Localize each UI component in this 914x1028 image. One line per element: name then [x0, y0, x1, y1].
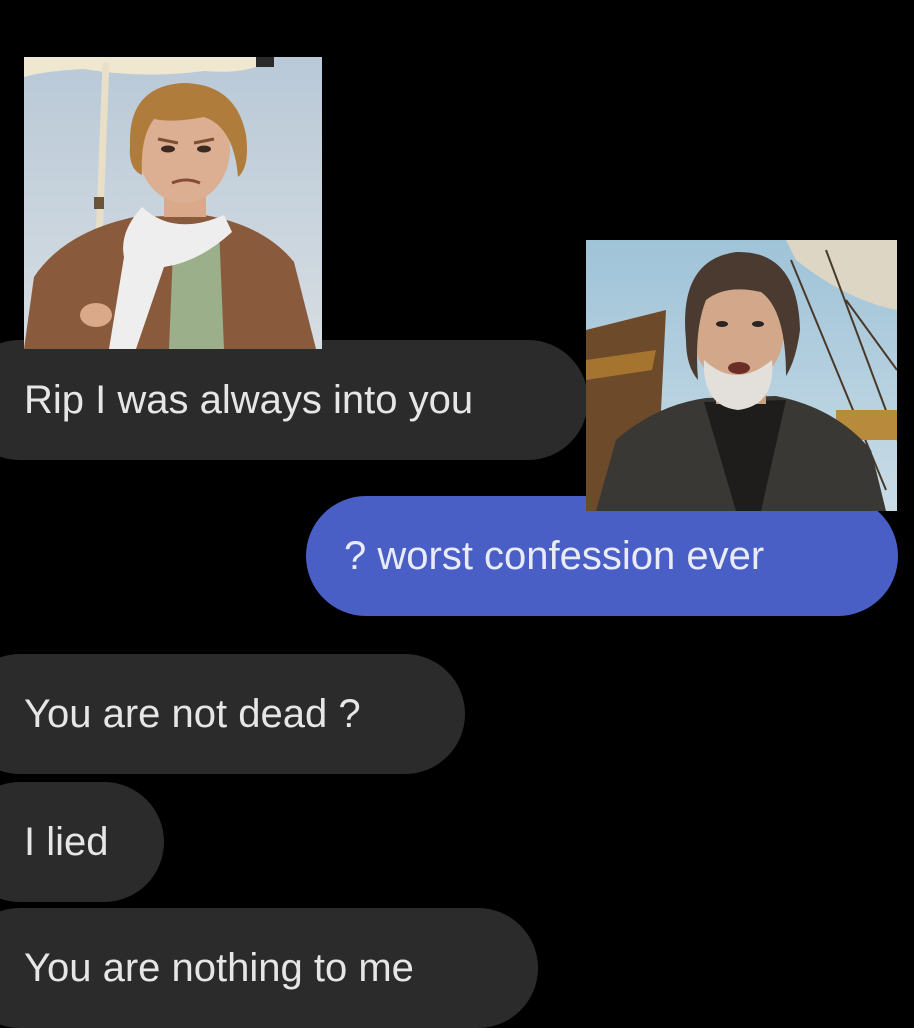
- incoming-message[interactable]: You are not dead ?: [0, 654, 465, 774]
- message-text: I lied: [24, 820, 109, 864]
- message-text: ? worst confession ever: [344, 534, 765, 578]
- message-thread: Rip I was always into you ? worst confes…: [0, 0, 914, 1028]
- message-text: Rip I was always into you: [24, 378, 474, 422]
- sender-photo-parasol-man: [24, 57, 322, 349]
- parasol-man-image: [24, 57, 322, 349]
- message-text: You are nothing to me: [24, 946, 414, 990]
- incoming-message[interactable]: I lied: [0, 782, 164, 902]
- incoming-message[interactable]: You are nothing to me: [0, 908, 538, 1028]
- outgoing-message[interactable]: ? worst confession ever: [306, 496, 898, 616]
- incoming-message[interactable]: Rip I was always into you: [0, 340, 588, 460]
- recipient-photo-bearded-man: [586, 240, 897, 511]
- bearded-man-image: [586, 240, 897, 511]
- message-text: You are not dead ?: [24, 692, 361, 736]
